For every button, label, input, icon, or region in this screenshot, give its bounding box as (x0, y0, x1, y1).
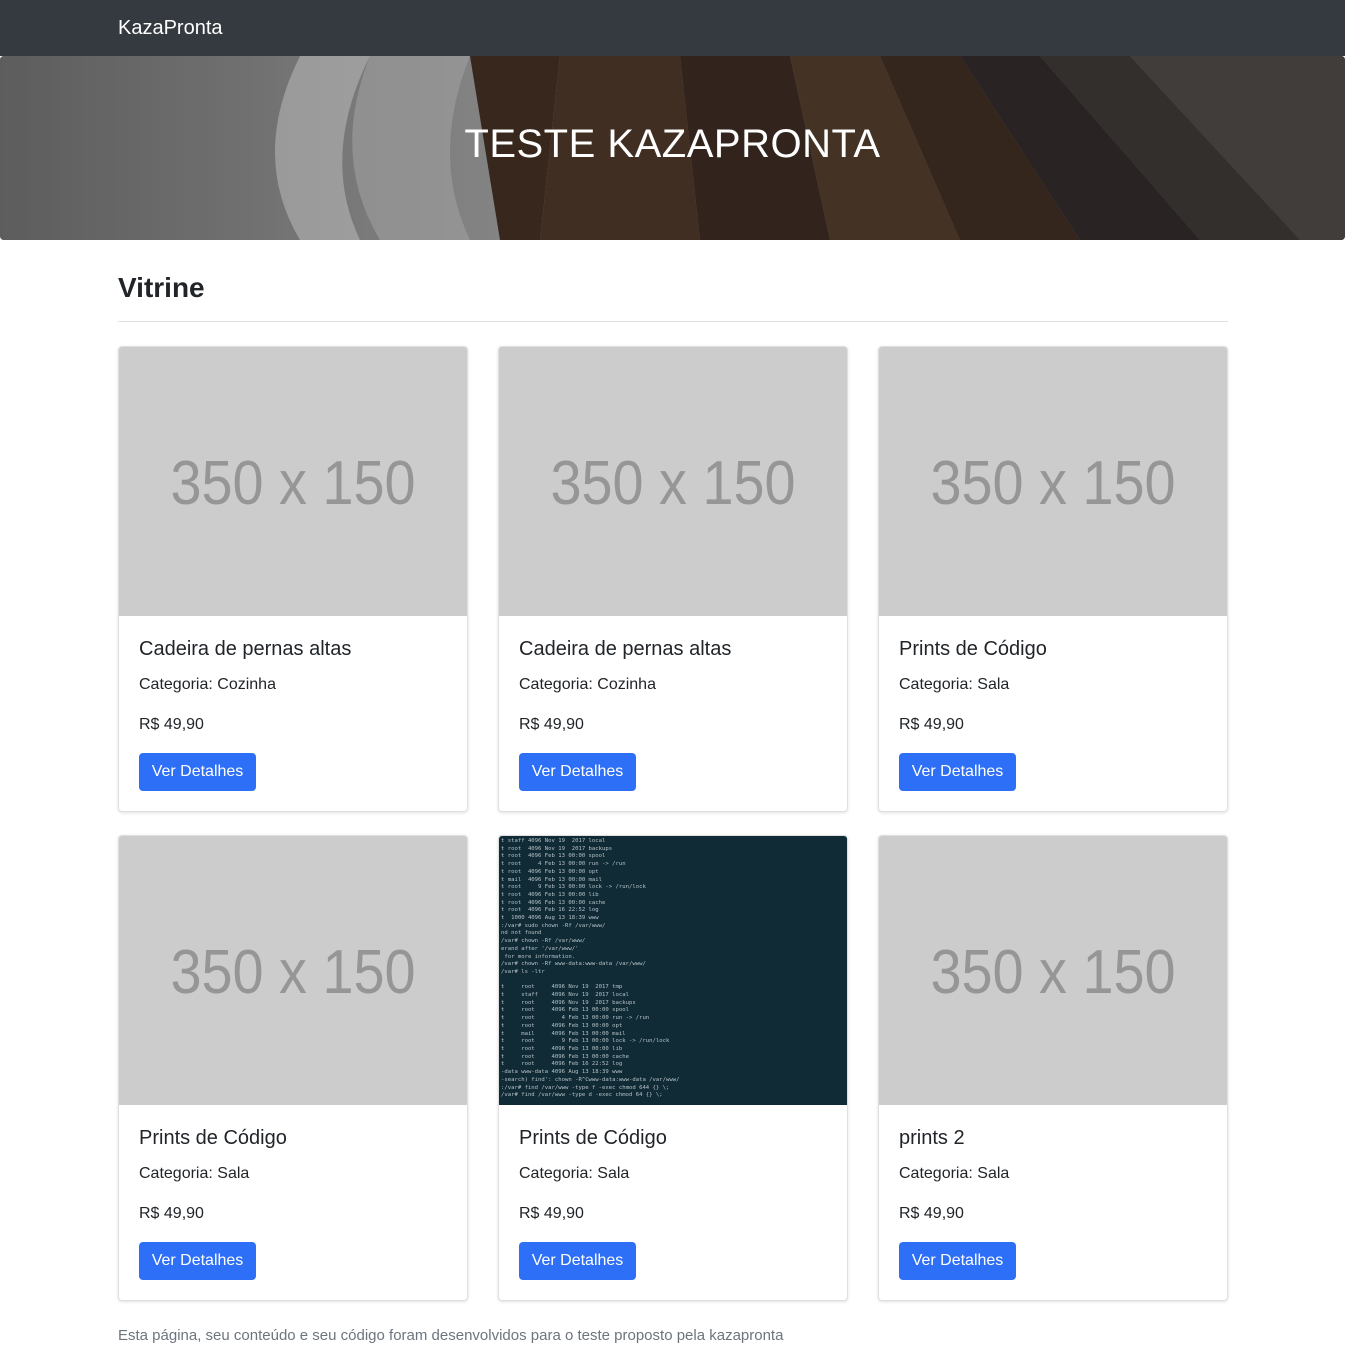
product-card: 350 x 150 Cadeira de pernas altas Catego… (498, 346, 848, 812)
product-price: R$ 49,90 (519, 716, 584, 733)
product-card: t staff 4096 Nov 19 2017 local t root 40… (498, 835, 848, 1301)
details-button[interactable]: Ver Detalhes (519, 1242, 636, 1280)
placeholder-text: 350 x 150 (170, 938, 416, 1007)
product-title: Cadeira de pernas altas (139, 638, 352, 660)
details-button[interactable]: Ver Detalhes (899, 753, 1016, 791)
product-category: Categoria: Cozinha (519, 676, 656, 693)
product-category: Categoria: Sala (899, 676, 1010, 693)
navbar-brand[interactable]: KazaPronta (118, 15, 223, 41)
placeholder-text: 350 x 150 (930, 449, 1176, 518)
hero-title: TESTE KAZAPRONTA (464, 122, 881, 166)
product-title: prints 2 (899, 1127, 965, 1149)
product-category: Categoria: Sala (139, 1165, 250, 1182)
placeholder-text: 350 x 150 (930, 938, 1176, 1007)
terminal-text: t staff 4096 Nov 19 2017 local t root 40… (501, 838, 680, 1099)
product-image-placeholder: 350 x 150 (119, 836, 467, 1105)
product-card: 350 x 150 Prints de Código Categoria: Sa… (118, 835, 468, 1301)
placeholder-text: 350 x 150 (170, 449, 416, 518)
product-title: Prints de Código (139, 1127, 287, 1149)
product-card: 350 x 150 prints 2 Categoria: Sala R$ 49… (878, 835, 1228, 1301)
product-category: Categoria: Cozinha (139, 676, 276, 693)
product-price: R$ 49,90 (519, 1205, 584, 1222)
product-title: Cadeira de pernas altas (519, 638, 732, 660)
product-category: Categoria: Sala (519, 1165, 630, 1182)
placeholder-text: 350 x 150 (550, 449, 796, 518)
product-image-placeholder: 350 x 150 (499, 347, 847, 616)
product-price: R$ 49,90 (139, 716, 204, 733)
details-button[interactable]: Ver Detalhes (139, 1242, 256, 1280)
product-title: Prints de Código (519, 1127, 667, 1149)
details-button[interactable]: Ver Detalhes (899, 1242, 1016, 1280)
navbar: KazaPronta (0, 0, 1345, 56)
product-image-placeholder: 350 x 150 (879, 347, 1227, 616)
product-image-placeholder: 350 x 150 (119, 347, 467, 616)
product-price: R$ 49,90 (899, 716, 964, 733)
details-button[interactable]: Ver Detalhes (519, 753, 636, 791)
section-divider (118, 321, 1228, 322)
product-price: R$ 49,90 (899, 1205, 964, 1222)
product-image-placeholder: 350 x 150 (879, 836, 1227, 1105)
details-button[interactable]: Ver Detalhes (139, 753, 256, 791)
product-image-terminal-screenshot: t staff 4096 Nov 19 2017 local t root 40… (499, 836, 847, 1105)
section-title: Vitrine (118, 272, 205, 303)
product-title: Prints de Código (899, 638, 1047, 660)
product-price: R$ 49,90 (139, 1205, 204, 1222)
product-card: 350 x 150 Cadeira de pernas altas Catego… (118, 346, 468, 812)
footer-text: Esta página, seu conteúdo e seu código f… (118, 1327, 784, 1344)
hero-banner: TESTE KAZAPRONTA (0, 56, 1345, 240)
product-category: Categoria: Sala (899, 1165, 1010, 1182)
product-card: 350 x 150 Prints de Código Categoria: Sa… (878, 346, 1228, 812)
